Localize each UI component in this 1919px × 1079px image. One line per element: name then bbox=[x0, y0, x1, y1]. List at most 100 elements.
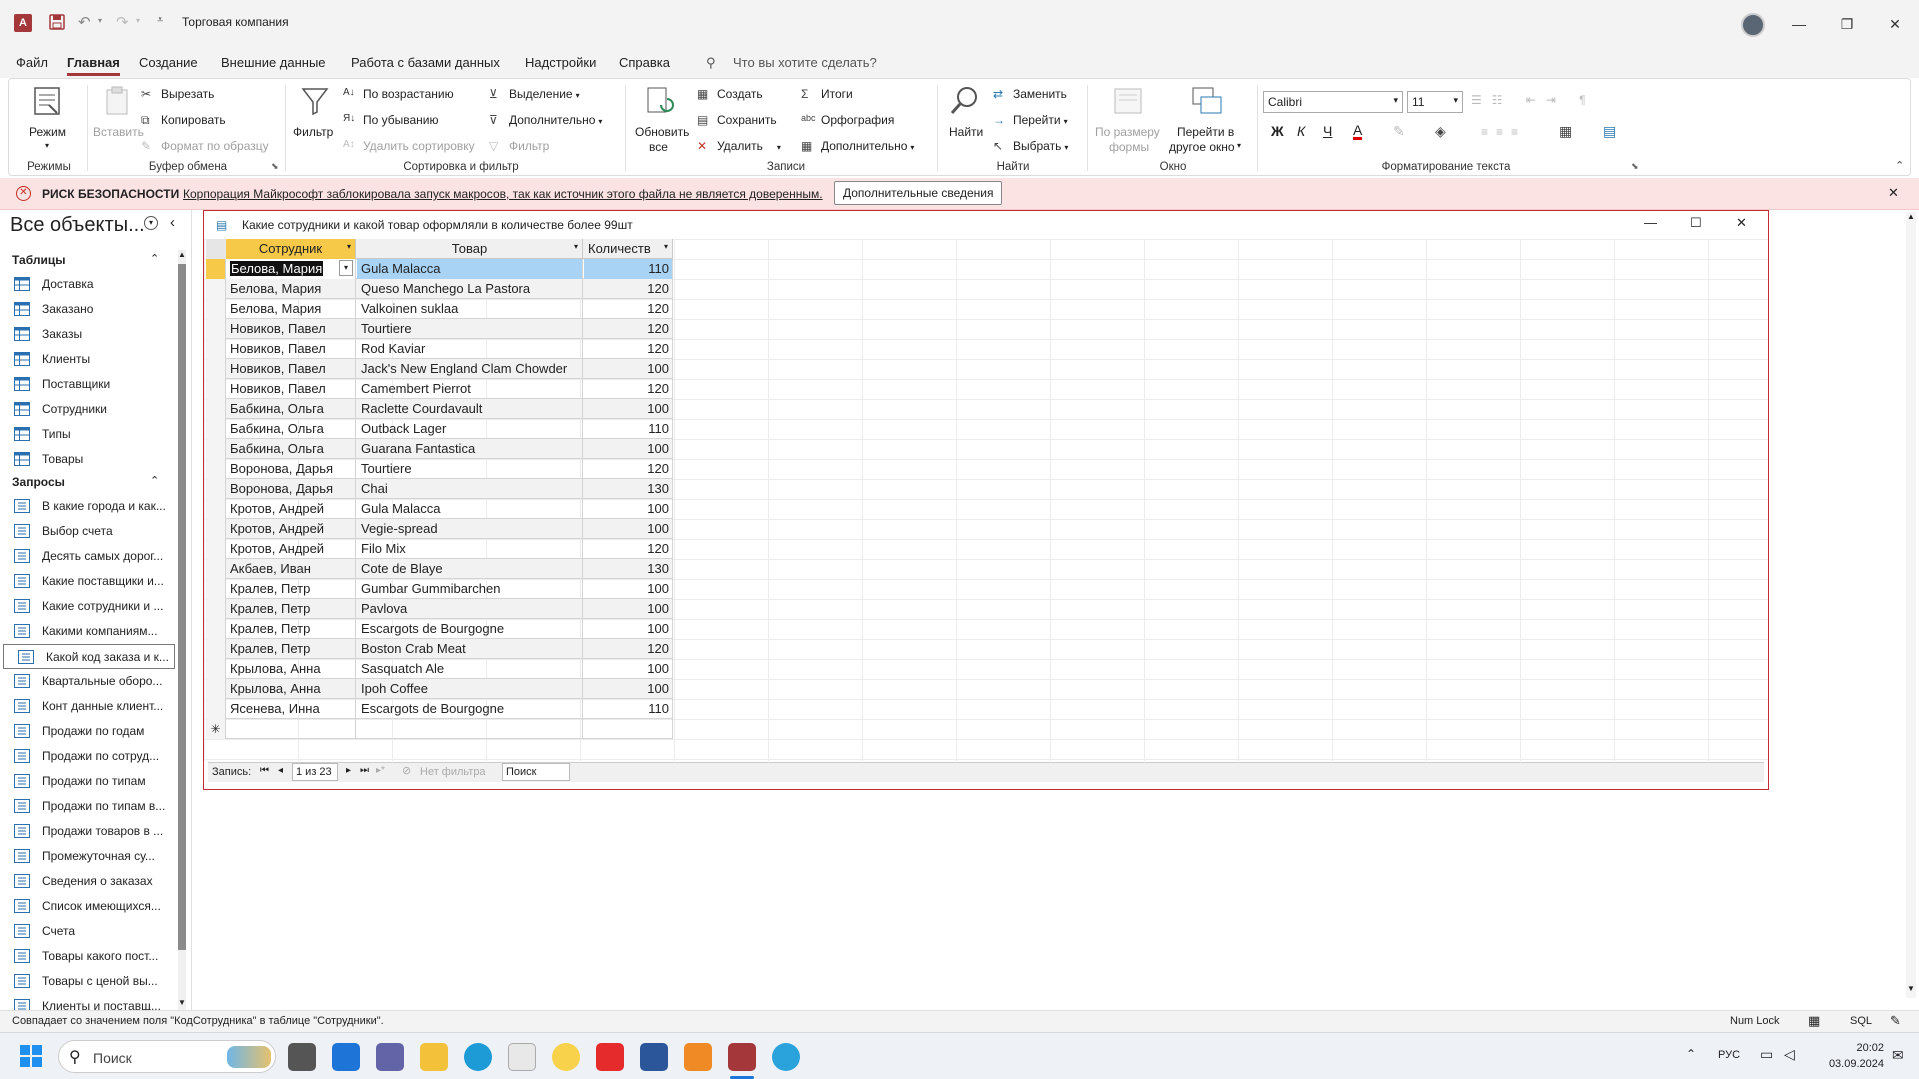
table-row[interactable]: Крылова, Анна Sasquatch Ale 100 bbox=[206, 659, 673, 679]
cell-employee[interactable]: Акбаев, Иван bbox=[226, 559, 356, 579]
volume-icon[interactable]: ◁ bbox=[1784, 1046, 1795, 1063]
row-selector[interactable] bbox=[206, 599, 226, 619]
new-record-row[interactable]: ✳ bbox=[206, 719, 673, 739]
cell-employee[interactable]: Ясенева, Инна bbox=[226, 699, 356, 719]
cell-employee[interactable]: Кралев, Петр bbox=[226, 579, 356, 599]
cell-product[interactable]: Escargots de Bourgogne bbox=[357, 699, 583, 719]
more-records-button[interactable]: ▦ Дополнительно ▾ bbox=[801, 139, 914, 155]
cell-employee[interactable]: Белова, Мария bbox=[226, 299, 356, 319]
scroll-up-icon[interactable]: ▲ bbox=[178, 250, 186, 259]
cell-quantity[interactable]: 110 bbox=[584, 699, 673, 719]
nav-title[interactable]: Все объекты... bbox=[10, 214, 145, 237]
table-row[interactable]: Кротов, Андрей Vegie-spread 100 bbox=[206, 519, 673, 539]
next-record-icon[interactable]: ▸ bbox=[346, 765, 351, 776]
customize-qat-icon[interactable]: ⩡ bbox=[157, 14, 163, 27]
cell-quantity[interactable]: 100 bbox=[584, 579, 673, 599]
cell-product[interactable]: Cote de Blaye bbox=[357, 559, 583, 579]
advanced-filter-button[interactable]: ⊽ Дополнительно ▾ bbox=[489, 113, 602, 129]
replace-button[interactable]: ⇄ Заменить bbox=[993, 87, 1067, 103]
nav-group-queries[interactable]: Запросы bbox=[12, 475, 65, 489]
cell-quantity[interactable]: 100 bbox=[584, 679, 673, 699]
chevron-down-icon[interactable]: ▾ bbox=[574, 242, 578, 251]
cell-product[interactable]: Gula Malacca bbox=[357, 499, 583, 519]
clock-date[interactable]: 03.09.2024 bbox=[1818, 1058, 1884, 1070]
cell-quantity[interactable]: 100 bbox=[584, 439, 673, 459]
collapse-group-icon[interactable]: ⌃ bbox=[150, 252, 159, 265]
gridlines-icon[interactable]: ▤ bbox=[1603, 123, 1616, 140]
nav-query-item[interactable]: Промежуточная су... bbox=[0, 844, 170, 869]
select-all-corner[interactable] bbox=[206, 239, 226, 259]
cell-product[interactable]: Filo Mix bbox=[357, 539, 583, 559]
no-filter-label[interactable]: Нет фильтра bbox=[420, 766, 486, 778]
delete-record-button[interactable]: ✕ Удалить ▾ bbox=[697, 139, 781, 155]
network-icon[interactable]: ▭ bbox=[1760, 1046, 1773, 1063]
paste-button[interactable]: Вставить bbox=[93, 83, 144, 161]
italic-button[interactable]: К bbox=[1297, 123, 1305, 139]
cut-button[interactable]: ✂ Вырезать bbox=[141, 87, 214, 103]
redo-icon[interactable]: ↷ bbox=[116, 13, 129, 31]
row-selector[interactable] bbox=[206, 459, 226, 479]
design-view-icon[interactable]: ✎ bbox=[1890, 1013, 1901, 1029]
cell-employee[interactable]: Новиков, Павел bbox=[226, 339, 356, 359]
store-icon[interactable] bbox=[508, 1043, 536, 1071]
maximize-button[interactable]: ❐ bbox=[1824, 0, 1870, 48]
save-record-button[interactable]: ▤ Сохранить bbox=[697, 113, 777, 129]
nav-table-item[interactable]: Доставка bbox=[0, 272, 170, 297]
find-button[interactable]: Найти bbox=[943, 83, 987, 161]
nav-table-item[interactable]: Типы bbox=[0, 422, 170, 447]
row-selector[interactable] bbox=[206, 379, 226, 399]
cell-employee[interactable]: Кралев, Петр bbox=[226, 619, 356, 639]
row-selector[interactable] bbox=[206, 279, 226, 299]
cell-employee[interactable]: Воронова, Дарья bbox=[226, 479, 356, 499]
nav-query-item[interactable]: Продажи товаров в ... bbox=[0, 819, 170, 844]
cell-employee[interactable]: Новиков, Павел bbox=[226, 319, 356, 339]
nav-table-item[interactable]: Клиенты bbox=[0, 347, 170, 372]
totals-button[interactable]: Σ Итоги bbox=[801, 87, 853, 103]
cell-product[interactable]: Ipoh Coffee bbox=[357, 679, 583, 699]
windows-start-icon[interactable] bbox=[20, 1045, 42, 1067]
cell-quantity[interactable]: 120 bbox=[584, 639, 673, 659]
table-row[interactable]: Новиков, Павел Jack's New England Clam Ch… bbox=[206, 359, 673, 379]
table-row[interactable]: Белова, Мария Valkoinen suklaa 120 bbox=[206, 299, 673, 319]
teams-icon[interactable] bbox=[376, 1043, 404, 1071]
scroll-down-icon[interactable]: ▼ bbox=[178, 998, 186, 1007]
nav-query-item[interactable]: Конт данные клиент... bbox=[0, 694, 170, 719]
column-header-quantity[interactable]: Количеств ▾ bbox=[584, 239, 673, 259]
nav-group-tables[interactable]: Таблицы bbox=[12, 253, 65, 267]
tab-home[interactable]: Главная bbox=[67, 55, 120, 76]
nav-query-item[interactable]: Продажи по сотруд... bbox=[0, 744, 170, 769]
word-icon[interactable] bbox=[640, 1043, 668, 1071]
table-row[interactable]: Новиков, Павел Tourtiere 120 bbox=[206, 319, 673, 339]
table-row[interactable]: Бабкина, Ольга Outback Lager 110 bbox=[206, 419, 673, 439]
nav-query-item[interactable]: Продажи по типам в... bbox=[0, 794, 170, 819]
cell-product[interactable]: Queso Manchego La Pastora bbox=[357, 279, 583, 299]
nav-query-item[interactable]: Продажи по годам bbox=[0, 719, 170, 744]
chevron-down-icon[interactable]: ▾ bbox=[347, 242, 351, 251]
switch-window-button[interactable]: Перейти в другое окно ▾ bbox=[1169, 83, 1247, 161]
edge-icon[interactable] bbox=[464, 1043, 492, 1071]
cell-product[interactable] bbox=[357, 719, 583, 739]
table-row[interactable]: Новиков, Павел Rod Kaviar 120 bbox=[206, 339, 673, 359]
cell-product[interactable]: Valkoinen suklaa bbox=[357, 299, 583, 319]
cell-quantity[interactable]: 100 bbox=[584, 659, 673, 679]
fill-color-icon[interactable]: ◈ bbox=[1435, 123, 1446, 140]
nav-query-item[interactable]: Десять самых дорог... bbox=[0, 544, 170, 569]
table-row[interactable]: Бабкина, Ольга Guarana Fantastica 100 bbox=[206, 439, 673, 459]
last-record-icon[interactable]: ⏭ bbox=[360, 765, 369, 776]
row-selector[interactable] bbox=[206, 319, 226, 339]
cell-quantity[interactable]: 120 bbox=[584, 279, 673, 299]
widgets-icon[interactable] bbox=[332, 1043, 360, 1071]
cell-employee[interactable]: Кралев, Петр bbox=[226, 639, 356, 659]
table-row[interactable]: Белова, Мария ▾ Gula Malacca 110 bbox=[206, 259, 673, 279]
new-record-nav-icon[interactable]: ▸* bbox=[376, 765, 385, 776]
cell-quantity[interactable]: 120 bbox=[584, 539, 673, 559]
tab-database-tools[interactable]: Работа с базами данных bbox=[351, 55, 500, 70]
combo-dropdown-icon[interactable]: ▾ bbox=[339, 260, 353, 276]
cell-employee[interactable]: Бабкина, Ольга bbox=[226, 399, 356, 419]
row-selector[interactable] bbox=[206, 519, 226, 539]
table-row[interactable]: Ясенева, Инна Escargots de Bourgogne 110 bbox=[206, 699, 673, 719]
cell-quantity[interactable]: 100 bbox=[584, 519, 673, 539]
nav-query-item[interactable]: Квартальные оборо... bbox=[0, 669, 170, 694]
query-minimize-button[interactable]: — bbox=[1644, 215, 1657, 230]
alt-row-color-icon[interactable]: ▦ bbox=[1559, 123, 1572, 140]
